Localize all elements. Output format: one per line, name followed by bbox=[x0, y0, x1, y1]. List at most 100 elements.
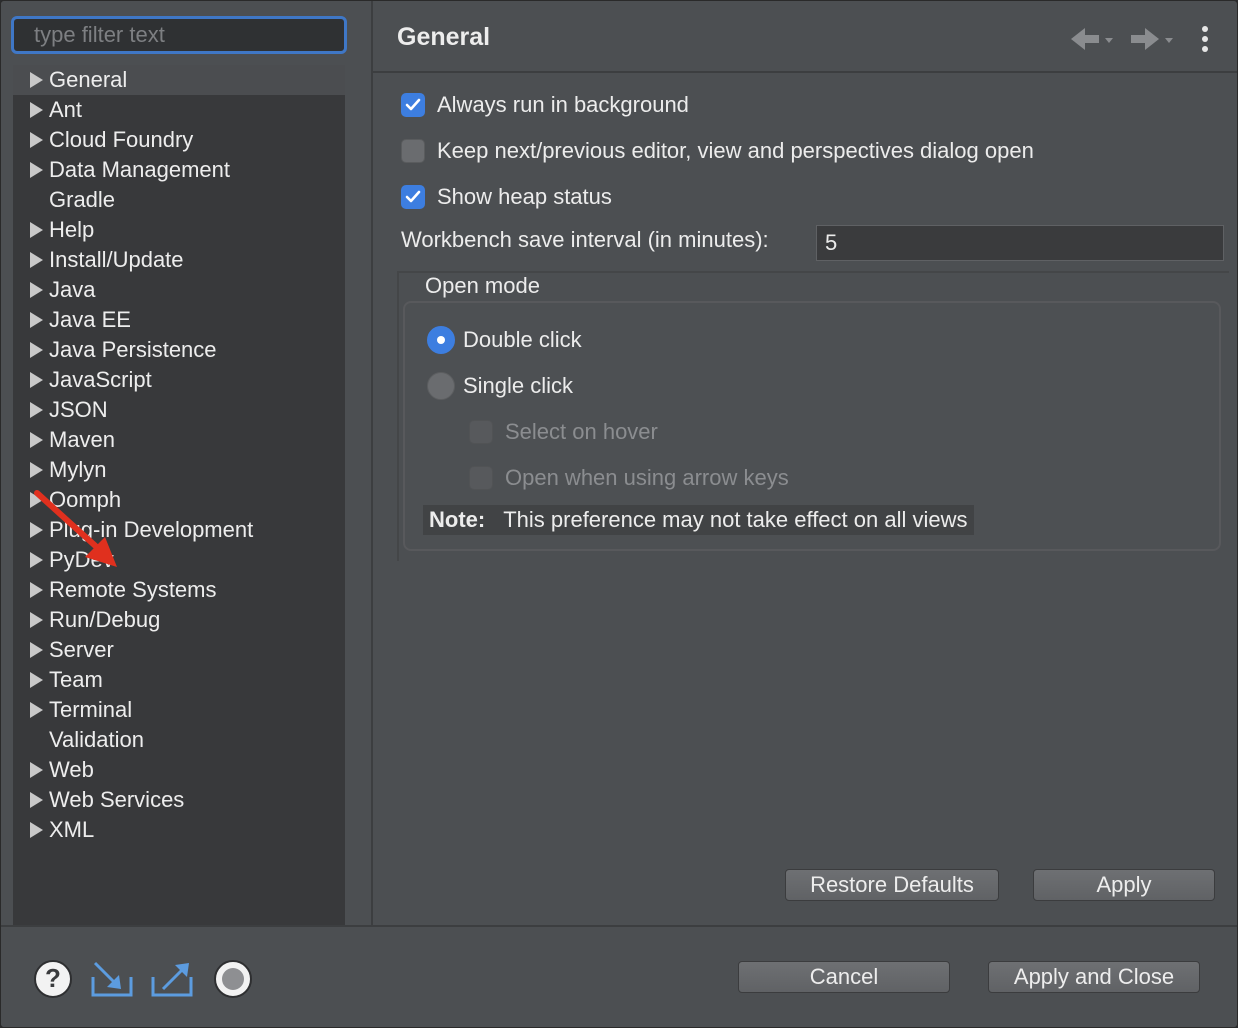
expand-arrow-icon[interactable] bbox=[30, 432, 43, 448]
tree-item-label: Install/Update bbox=[49, 247, 184, 272]
tree-item-maven[interactable]: Maven bbox=[13, 425, 345, 455]
expand-arrow-icon[interactable] bbox=[30, 642, 43, 658]
tree-item-java-persistence[interactable]: Java Persistence bbox=[13, 335, 345, 365]
select-on-hover-row[interactable]: Select on hover bbox=[469, 416, 658, 448]
expand-arrow-icon[interactable] bbox=[30, 672, 43, 688]
expand-arrow-icon[interactable] bbox=[30, 552, 43, 568]
expand-arrow-icon[interactable] bbox=[30, 162, 43, 178]
expand-arrow-icon[interactable] bbox=[30, 522, 43, 538]
more-menu-icon[interactable] bbox=[1199, 25, 1211, 53]
single-click-label: Single click bbox=[463, 373, 574, 398]
tree-item-help[interactable]: Help bbox=[13, 215, 345, 245]
note-text: This preference may not take effect on a… bbox=[503, 507, 968, 532]
expand-arrow-icon[interactable] bbox=[30, 582, 43, 598]
expand-arrow-icon[interactable] bbox=[30, 462, 43, 478]
single-click-row[interactable]: Single click bbox=[427, 370, 573, 402]
help-icon[interactable]: ? bbox=[33, 959, 73, 999]
filter-input[interactable] bbox=[11, 16, 347, 54]
double-click-radio[interactable] bbox=[427, 326, 455, 354]
expand-arrow-icon[interactable] bbox=[30, 222, 43, 238]
tree-item-label: Validation bbox=[49, 727, 144, 752]
forward-arrow-icon[interactable] bbox=[1129, 25, 1177, 53]
tree-item-terminal[interactable]: Terminal bbox=[13, 695, 345, 725]
tree-item-install-update[interactable]: Install/Update bbox=[13, 245, 345, 275]
tree-item-general[interactable]: General bbox=[13, 65, 345, 95]
always-run-background-row[interactable]: Always run in background bbox=[401, 89, 689, 121]
open-arrow-keys-row[interactable]: Open when using arrow keys bbox=[469, 462, 789, 494]
expand-arrow-icon[interactable] bbox=[30, 102, 43, 118]
tree-item-javascript[interactable]: JavaScript bbox=[13, 365, 345, 395]
tree-item-json[interactable]: JSON bbox=[13, 395, 345, 425]
expand-arrow-icon[interactable] bbox=[30, 762, 43, 778]
single-click-radio[interactable] bbox=[427, 372, 455, 400]
tree-item-web[interactable]: Web bbox=[13, 755, 345, 785]
open-mode-title: Open mode bbox=[425, 273, 540, 298]
apply-and-close-button[interactable]: Apply and Close bbox=[988, 961, 1200, 993]
tree-item-label: General bbox=[49, 67, 128, 92]
tree-item-run-debug[interactable]: Run/Debug bbox=[13, 605, 345, 635]
tree-item-team[interactable]: Team bbox=[13, 665, 345, 695]
expand-arrow-icon[interactable] bbox=[30, 252, 43, 268]
tree-item-label: PyDev bbox=[49, 547, 114, 572]
tree-item-label: Oomph bbox=[49, 487, 122, 512]
expand-arrow-icon[interactable] bbox=[30, 282, 43, 298]
tree-item-label: Web Services bbox=[49, 787, 185, 812]
tree-item-label: Web bbox=[49, 757, 94, 782]
expand-arrow-icon[interactable] bbox=[30, 312, 43, 328]
tree-item-validation[interactable]: Validation bbox=[13, 725, 345, 755]
checkmark-icon bbox=[405, 190, 421, 203]
expand-arrow-icon[interactable] bbox=[30, 402, 43, 418]
record-icon[interactable] bbox=[213, 959, 253, 999]
always-run-background-checkbox[interactable] bbox=[401, 93, 425, 117]
import-icon[interactable] bbox=[89, 959, 135, 999]
tree-item-cloud-foundry[interactable]: Cloud Foundry bbox=[13, 125, 345, 155]
expand-arrow-icon[interactable] bbox=[30, 132, 43, 148]
expand-arrow-icon[interactable] bbox=[30, 792, 43, 808]
open-arrow-keys-checkbox[interactable] bbox=[469, 466, 493, 490]
expand-arrow-icon[interactable] bbox=[30, 822, 43, 838]
tree-item-java-ee[interactable]: Java EE bbox=[13, 305, 345, 335]
tree-item-data-management[interactable]: Data Management bbox=[13, 155, 345, 185]
tree-item-label: Terminal bbox=[49, 697, 133, 722]
export-icon[interactable] bbox=[149, 959, 195, 999]
save-interval-input[interactable] bbox=[816, 225, 1224, 261]
expand-arrow-icon[interactable] bbox=[30, 492, 43, 508]
tree-item-server[interactable]: Server bbox=[13, 635, 345, 665]
back-arrow-icon[interactable] bbox=[1069, 25, 1117, 53]
tree-item-plug-in-development[interactable]: Plug-in Development bbox=[13, 515, 345, 545]
tree-item-mylyn[interactable]: Mylyn bbox=[13, 455, 345, 485]
apply-button[interactable]: Apply bbox=[1033, 869, 1215, 901]
restore-defaults-button[interactable]: Restore Defaults bbox=[785, 869, 999, 901]
tree-item-label: Java Persistence bbox=[49, 337, 217, 362]
show-heap-status-checkbox[interactable] bbox=[401, 185, 425, 209]
expand-arrow-icon[interactable] bbox=[30, 342, 43, 358]
expand-arrow-icon[interactable] bbox=[30, 372, 43, 388]
tree-item-label: JavaScript bbox=[49, 367, 152, 392]
select-on-hover-label: Select on hover bbox=[505, 419, 658, 444]
keep-dialog-open-checkbox[interactable] bbox=[401, 139, 425, 163]
keep-dialog-open-row[interactable]: Keep next/previous editor, view and pers… bbox=[401, 135, 1034, 167]
expand-arrow-icon[interactable] bbox=[30, 702, 43, 718]
tree-item-java[interactable]: Java bbox=[13, 275, 345, 305]
cancel-button[interactable]: Cancel bbox=[738, 961, 950, 993]
tree-item-oomph[interactable]: Oomph bbox=[13, 485, 345, 515]
show-heap-status-row[interactable]: Show heap status bbox=[401, 181, 612, 213]
tree-item-web-services[interactable]: Web Services bbox=[13, 785, 345, 815]
tree-item-gradle[interactable]: Gradle bbox=[13, 185, 345, 215]
tree-item-xml[interactable]: XML bbox=[13, 815, 345, 845]
tree-item-pydev[interactable]: PyDev bbox=[13, 545, 345, 575]
tree-item-ant[interactable]: Ant bbox=[13, 95, 345, 125]
tree-item-label: Server bbox=[49, 637, 114, 662]
tree-item-label: Remote Systems bbox=[49, 577, 217, 602]
tree-item-label: Help bbox=[49, 217, 95, 242]
tree-item-label: Mylyn bbox=[49, 457, 107, 482]
expand-arrow-icon[interactable] bbox=[30, 72, 43, 88]
tree-item-label: Ant bbox=[49, 97, 83, 122]
double-click-row[interactable]: Double click bbox=[427, 324, 582, 356]
select-on-hover-checkbox[interactable] bbox=[469, 420, 493, 444]
tree-item-label: Team bbox=[49, 667, 103, 692]
expand-arrow-icon[interactable] bbox=[30, 612, 43, 628]
open-mode-note: Note: This preference may not take effect… bbox=[423, 505, 974, 535]
preference-tree: General Ant Cloud Foundry Data Management Gr… bbox=[13, 65, 345, 925]
tree-item-remote-systems[interactable]: Remote Systems bbox=[13, 575, 345, 605]
